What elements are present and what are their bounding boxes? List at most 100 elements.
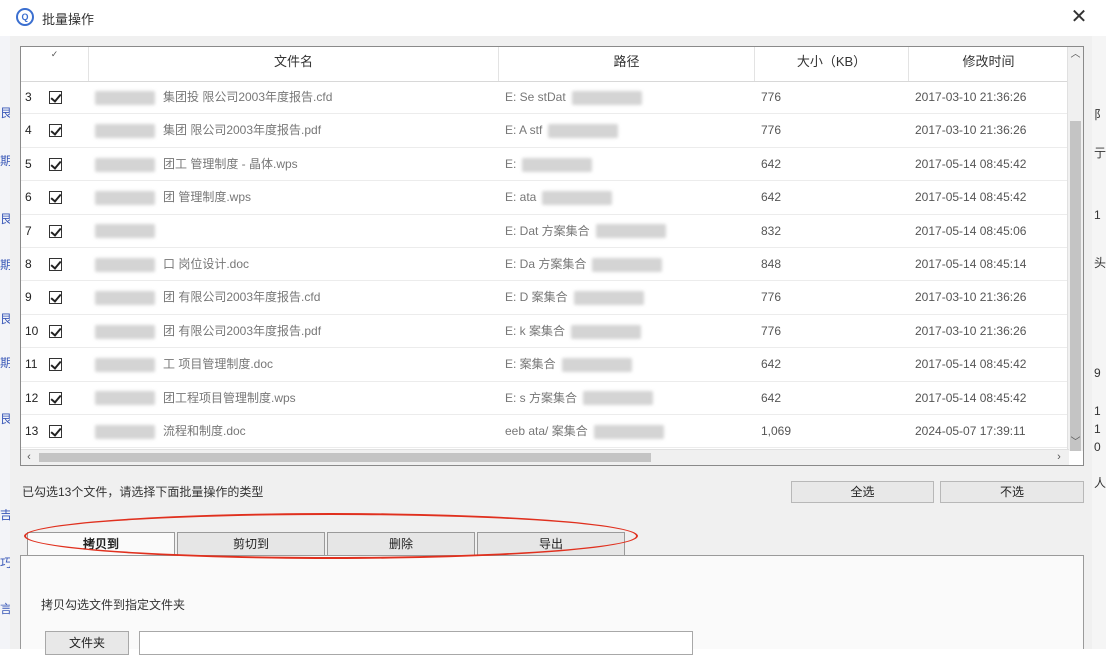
file-size-cell: 832: [761, 223, 782, 238]
vertical-scroll-thumb[interactable]: [1070, 121, 1081, 451]
file-size-cell: 776: [761, 90, 782, 104]
tab-cut-to[interactable]: 剪切到: [177, 532, 325, 556]
table-row[interactable]: 11 工 项目管理制度.doc E: 案集合 642 2017-05-14 08:45:…: [21, 348, 1069, 382]
file-path-cell: E: A stf: [499, 114, 755, 147]
table-row[interactable]: 3 集团投 限公司2003年度报告.cfd E: Se stDat 776 2017-0…: [21, 81, 1069, 115]
row-checkbox-cell[interactable]: [43, 114, 89, 147]
row-checkbox[interactable]: [49, 424, 62, 438]
column-header-name[interactable]: 文件名: [89, 47, 499, 81]
background-char: 1: [1094, 208, 1101, 222]
background-char: 期: [0, 258, 13, 272]
tab-export[interactable]: 导出: [477, 532, 625, 556]
file-name-cell: 团工程项目管理制度.wps: [89, 382, 499, 415]
scroll-up-icon[interactable]: ︿: [1068, 47, 1083, 63]
file-name-text: 口 岗位设计.doc: [163, 256, 250, 271]
scroll-right-icon[interactable]: ›: [1051, 450, 1067, 465]
row-number: 5: [25, 156, 32, 171]
row-number: 11: [25, 357, 38, 372]
redaction-blur: [95, 391, 155, 406]
row-checkbox[interactable]: [49, 257, 62, 271]
table-row[interactable]: 12 团工程项目管理制度.wps E: s 方案集合 642 2017-05-14 08…: [21, 382, 1069, 415]
table-row[interactable]: 8 口 岗位设计.doc E: Da 方案集合 848 2017-05-14 08:45…: [21, 248, 1069, 282]
row-checkbox-cell[interactable]: [43, 215, 89, 248]
row-checkbox-cell[interactable]: [43, 248, 89, 281]
horizontal-scrollbar[interactable]: ‹ ›: [21, 449, 1069, 465]
table-row[interactable]: 5 团工 管理制度 - 晶体.wps E: 642 2017-05-14 08:45:4…: [21, 148, 1069, 182]
row-checkbox[interactable]: [49, 358, 62, 372]
table-row[interactable]: 10 团 有限公司2003年度报告.pdf E: k 案集合 776 2017-03-1…: [21, 315, 1069, 349]
background-char: 0: [1094, 440, 1101, 454]
horizontal-scroll-thumb[interactable]: [39, 453, 651, 462]
redaction-blur: [592, 257, 663, 272]
background-char: 阝: [1094, 108, 1106, 122]
modified-time-cell: 2017-03-10 21:36:26: [915, 123, 1027, 138]
file-size-cell: 848: [761, 256, 782, 271]
table-body: 3 集团投 限公司2003年度报告.cfd E: Se stDat 776 2017-0…: [21, 81, 1069, 449]
row-checkbox[interactable]: [49, 224, 62, 238]
row-checkbox-cell[interactable]: [43, 81, 89, 114]
background-char: 人: [1094, 476, 1106, 490]
table-row[interactable]: 7 E: Dat 方案集合 832 2017-05-14 08:45:06: [21, 215, 1069, 248]
modified-time-cell: 2017-05-14 08:45:42: [915, 390, 1027, 405]
row-checkbox[interactable]: [49, 124, 62, 138]
row-checkbox[interactable]: [49, 191, 62, 205]
close-icon[interactable]: ✕: [1068, 6, 1090, 28]
column-header-check[interactable]: ✓: [21, 47, 89, 81]
panel-description: 拷贝勾选文件到指定文件夹: [41, 598, 186, 612]
modified-time-cell: 2017-03-10 21:36:26: [915, 90, 1027, 104]
selection-status: 已勾选13个文件，请选择下面批量操作的类型: [22, 485, 264, 499]
folder-path-input[interactable]: [139, 631, 693, 655]
file-path-cell: eeb ata/ 案集合: [499, 415, 755, 448]
table-row[interactable]: 13 流程和制度.doc eeb ata/ 案集合 1,069 2024-05-07 1…: [21, 415, 1069, 449]
file-size-cell: 776: [761, 323, 782, 338]
background-char: 艮: [0, 212, 13, 226]
scroll-left-icon[interactable]: ‹: [21, 450, 37, 465]
redaction-blur: [583, 391, 654, 406]
vertical-scrollbar[interactable]: ︿ ﹀: [1067, 47, 1083, 451]
tab-copy-to[interactable]: 拷贝到: [27, 532, 175, 556]
row-checkbox[interactable]: [49, 324, 62, 338]
redaction-blur: [95, 124, 155, 139]
file-name-text: 集团投 限公司2003年度报告.cfd: [163, 90, 333, 104]
file-name-text: 团 管理制度.wps: [163, 190, 252, 205]
background-char: 9: [1094, 366, 1101, 380]
row-checkbox-cell[interactable]: [43, 148, 89, 181]
redaction-blur: [95, 257, 155, 272]
select-none-button[interactable]: 不选: [940, 481, 1084, 503]
row-checkbox-cell[interactable]: [43, 281, 89, 314]
background-window-left: 艮 期 艮 期 艮 期 艮 吉 巧 言: [0, 36, 13, 649]
row-checkbox-cell[interactable]: [43, 348, 89, 381]
table-row[interactable]: 4 集团 限公司2003年度报告.pdf E: A stf 776 2017-03-10…: [21, 114, 1069, 148]
redaction-blur: [95, 424, 155, 439]
table-header: ✓ 文件名 路径 大小（KB） 修改时间: [21, 47, 1069, 82]
row-checkbox-cell[interactable]: [43, 382, 89, 415]
background-char: 1: [1094, 422, 1101, 436]
column-header-time[interactable]: 修改时间: [909, 47, 1069, 81]
column-header-path[interactable]: 路径: [499, 47, 755, 81]
row-checkbox[interactable]: [49, 391, 62, 405]
modified-time-cell: 2017-05-14 08:45:14: [915, 256, 1027, 271]
select-all-button[interactable]: 全选: [791, 481, 934, 503]
file-size-cell: 1,069: [761, 423, 792, 438]
tab-delete[interactable]: 删除: [327, 532, 475, 556]
column-header-size[interactable]: 大小（KB）: [755, 47, 909, 81]
background-char: 期: [0, 154, 13, 168]
file-path-cell: E: k 案集合: [499, 315, 755, 348]
row-checkbox-cell[interactable]: [43, 415, 89, 448]
file-path-text: E: A stf: [505, 123, 543, 138]
file-path-text: E: s 方案集合: [505, 390, 578, 405]
row-checkbox[interactable]: [49, 291, 62, 305]
choose-folder-button[interactable]: 文件夹: [45, 631, 129, 655]
row-checkbox[interactable]: [49, 91, 62, 104]
row-checkbox-cell[interactable]: [43, 181, 89, 214]
row-checkbox-cell[interactable]: [43, 315, 89, 348]
table-row[interactable]: 9 团 有限公司2003年度报告.cfd E: D 案集合 776 2017-03-10…: [21, 281, 1069, 315]
dialog-title: 批量操作: [42, 12, 95, 27]
redaction-blur: [571, 324, 642, 339]
table-row[interactable]: 6 团 管理制度.wps E: ata 642 2017-05-14 08:45:42: [21, 181, 1069, 215]
scroll-down-icon[interactable]: ﹀: [1068, 435, 1083, 451]
file-name-cell: 团工 管理制度 - 晶体.wps: [89, 148, 499, 181]
file-path-text: E: Da 方案集合: [505, 256, 587, 271]
row-checkbox[interactable]: [49, 157, 62, 171]
file-path-cell: E: 案集合: [499, 348, 755, 381]
